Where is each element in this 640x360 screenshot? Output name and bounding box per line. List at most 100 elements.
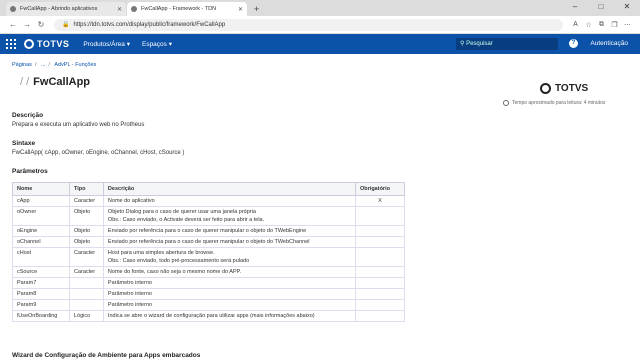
param-required-cell	[355, 288, 405, 300]
close-window-icon[interactable]: ✕	[614, 0, 640, 16]
description-heading: Descrição	[12, 112, 44, 119]
menu-produtos[interactable]: Produtos/Área ▾	[83, 40, 130, 48]
param-name-cell: oOwner	[12, 206, 70, 226]
site-logo-text: TOTVS	[37, 39, 70, 49]
param-type-cell	[68, 299, 104, 311]
param-desc-note: Obs.: Caso enviado, o Activate deverá se…	[107, 217, 265, 223]
param-required-cell	[355, 236, 405, 248]
param-type-cell: Objeto	[68, 236, 104, 248]
browser-tab-strip: FwCallApp - Abrindo aplicativos ✕ FwCall…	[0, 0, 640, 16]
param-required-cell	[355, 266, 405, 278]
browser-tab[interactable]: FwCallApp - Abrindo aplicativos ✕	[6, 2, 126, 16]
param-desc-cell: Enviado por referência para o caso de qu…	[102, 225, 357, 237]
table-row: cSource Caracter Nome do fonte, caso não s…	[12, 266, 405, 278]
param-desc-line: Objeto Dialog para o caso de querer usar…	[107, 209, 256, 215]
param-name-cell: Param7	[12, 277, 70, 289]
column-header: Obrigatório	[355, 182, 405, 196]
param-type-cell: Caracter	[68, 266, 104, 278]
param-required-cell	[355, 299, 405, 311]
param-required-cell	[355, 247, 405, 267]
site-header: TOTVS Produtos/Área ▾ Espaços ▾ ⚲ Pesqui…	[0, 34, 640, 54]
back-icon[interactable]: ←	[6, 20, 20, 29]
url-text: https://tdn.totvs.com/display/public/fra…	[73, 21, 226, 28]
collections-icon[interactable]: ❐	[608, 21, 621, 29]
close-tab-icon[interactable]: ✕	[238, 6, 243, 13]
site-logo[interactable]: TOTVS	[24, 39, 69, 49]
help-icon[interactable]: ?	[569, 39, 578, 48]
column-header: Descrição	[102, 182, 357, 196]
maximize-icon[interactable]: □	[588, 0, 614, 16]
param-type-cell: Objeto	[68, 206, 104, 226]
param-desc-cell: Indica se abre o wizard de configuração …	[102, 310, 357, 322]
tab-title: FwCallApp - Framework - TDN	[141, 6, 217, 12]
param-desc-line: Nome do aplicativo	[107, 198, 155, 204]
menu-espacos[interactable]: Espaços ▾	[142, 40, 172, 48]
param-required-cell	[355, 277, 405, 289]
param-desc-cell: Enviado por referência para o caso de qu…	[102, 236, 357, 248]
forward-icon[interactable]: →	[20, 20, 34, 29]
param-desc-line: Enviado por referência para o caso de qu…	[107, 239, 310, 245]
param-required-cell	[355, 225, 405, 237]
page-title: / / FwCallApp	[20, 76, 91, 88]
param-type-cell	[68, 277, 104, 289]
section-heading-wizard: Wizard de Configuração de Ambiente para …	[12, 352, 201, 359]
param-required-cell	[355, 310, 405, 322]
param-name-cell: lUseOnBoarding	[12, 310, 70, 322]
minimize-icon[interactable]: –	[562, 0, 588, 16]
param-desc-cell: Parâmetro interno	[102, 277, 357, 289]
menu-dots-icon[interactable]: ⋯	[621, 21, 634, 29]
params-heading: Parâmetros	[12, 168, 48, 175]
table-row: Param8 Parâmetro interno	[12, 288, 405, 300]
param-name-cell: oEngine	[12, 225, 70, 237]
param-desc-line: Host para uma simples abertura de browse…	[107, 250, 215, 256]
table-row: oEngine Objeto Enviado por referência para…	[12, 225, 405, 237]
browser-tab-active[interactable]: FwCallApp - Framework - TDN ✕	[127, 2, 247, 16]
param-name-cell: oChannel	[12, 236, 70, 248]
address-bar: ← → ↻ 🔒 https://tdn.totvs.com/display/pub…	[0, 16, 640, 34]
brand-logo: TOTVS	[540, 83, 588, 94]
column-header: Nome	[12, 182, 70, 196]
param-desc-line: Parâmetro interno	[107, 291, 152, 297]
table-row: cApp Caracter Nome do aplicativo X	[12, 195, 405, 207]
close-tab-icon[interactable]: ✕	[117, 6, 122, 13]
table-row: oOwner Objeto Objeto Dialog para o caso de…	[12, 206, 405, 226]
window-controls: – □ ✕	[562, 0, 640, 16]
param-desc-cell: Host para uma simples abertura de browse…	[102, 247, 357, 267]
param-desc-line: Parâmetro interno	[107, 280, 152, 286]
read-time: Tempo aproximado para leitura: 4 minutos	[503, 100, 605, 106]
table-header-row: Nome Tipo Descrição Obrigatório	[12, 182, 405, 196]
syntax-heading: Sintaxe	[12, 140, 36, 147]
param-desc-cell: Nome do fonte, caso não seja o mesmo nom…	[102, 266, 357, 278]
tab-favicon-icon	[131, 6, 137, 12]
tab-favicon-icon	[10, 6, 16, 12]
param-desc-cell: Parâmetro interno	[102, 299, 357, 311]
new-tab-icon[interactable]: +	[248, 2, 265, 16]
param-desc-cell: Parâmetro interno	[102, 288, 357, 300]
totvs-logo-icon	[24, 39, 34, 49]
syntax-text: FwCallApp( cApp, oOwner, oEngine, oChann…	[12, 150, 185, 156]
param-desc-note: Obs.: Caso enviado, todo pré-processamen…	[107, 258, 250, 264]
search-input[interactable]: ⚲ Pesquisar	[456, 38, 558, 50]
reload-icon[interactable]: ↻	[34, 20, 48, 29]
breadcrumb: Páginas / ... / AdvPL - Funções	[12, 62, 97, 68]
breadcrumb-item[interactable]: Páginas	[12, 62, 32, 68]
breadcrumb-item[interactable]: AdvPL - Funções	[54, 62, 96, 68]
param-name-cell: cSource	[12, 266, 70, 278]
param-desc-cell: Nome do aplicativo	[102, 195, 357, 207]
favorite-star-icon[interactable]: ☆	[582, 21, 595, 29]
url-field[interactable]: 🔒 https://tdn.totvs.com/display/public/fr…	[54, 18, 563, 31]
app-switcher-icon[interactable]	[6, 39, 16, 49]
read-aloud-icon[interactable]: A	[569, 21, 582, 29]
param-required-cell: X	[355, 195, 405, 207]
param-desc-line: Parâmetro interno	[107, 302, 152, 308]
param-type-cell: Lógico	[68, 310, 104, 322]
lock-icon: 🔒	[62, 21, 70, 28]
param-desc-line: Nome do fonte, caso não seja o mesmo nom…	[107, 269, 242, 275]
param-required-cell	[355, 206, 405, 226]
breadcrumb-item[interactable]: ...	[41, 62, 46, 68]
login-link[interactable]: Autenticação	[590, 34, 628, 54]
param-type-cell	[68, 288, 104, 300]
extensions-icon[interactable]: ⧉	[595, 21, 608, 29]
param-name-cell: Param8	[12, 288, 70, 300]
param-name-cell: cHost	[12, 247, 70, 267]
